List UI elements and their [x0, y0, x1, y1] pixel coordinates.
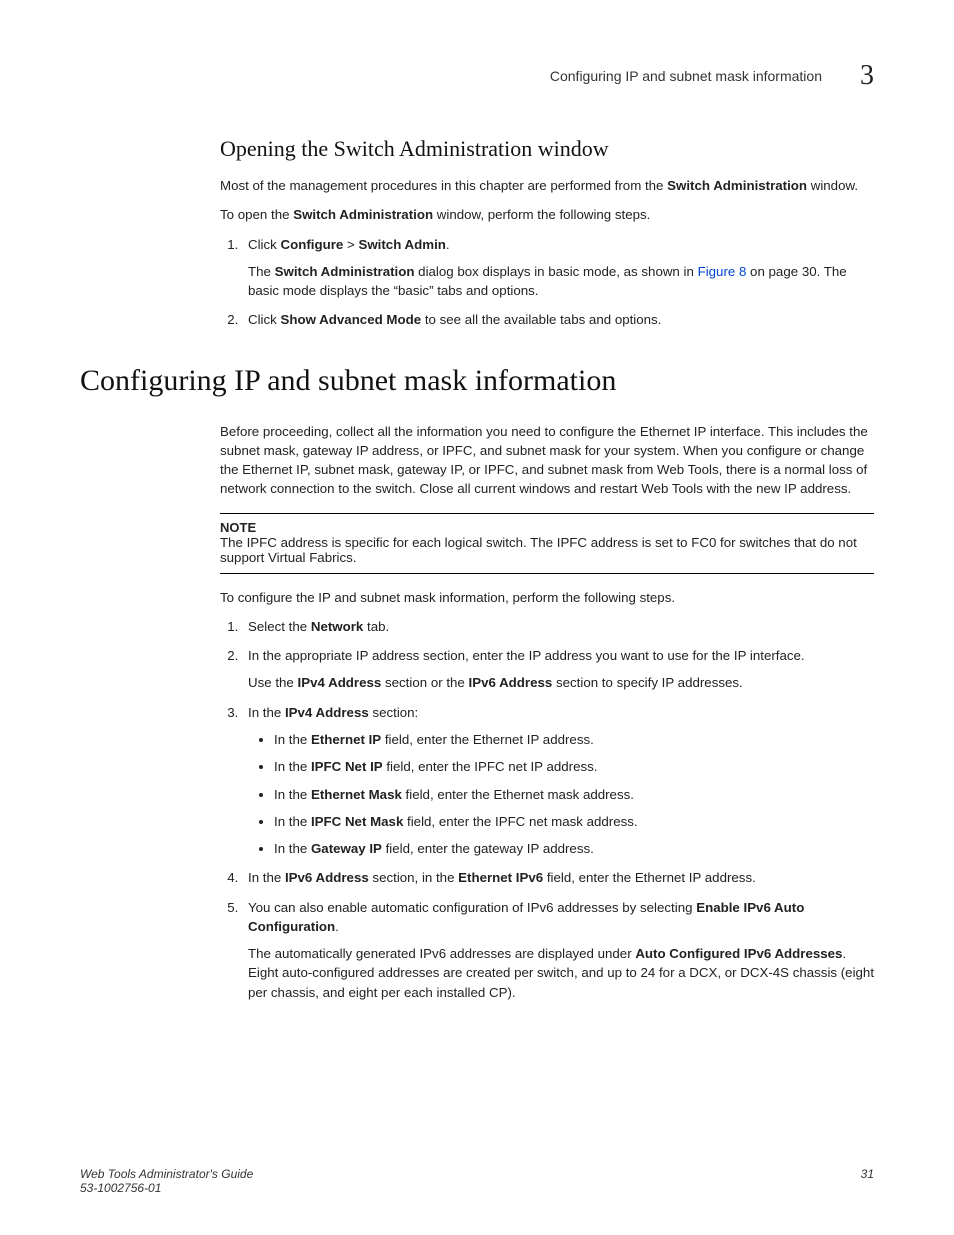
- chapter-heading: Configuring IP and subnet mask informati…: [80, 364, 874, 398]
- text: field, enter the Ethernet IP address.: [543, 870, 756, 885]
- footer-left: Web Tools Administrator's Guide 53-10027…: [80, 1167, 253, 1195]
- chapter-number: 3: [860, 60, 874, 92]
- text: In the: [274, 787, 311, 802]
- footer-doc-title: Web Tools Administrator's Guide: [80, 1167, 253, 1181]
- text: >: [343, 237, 358, 252]
- section-heading: Opening the Switch Administration window: [220, 136, 874, 162]
- text: field, enter the IPFC net IP address.: [383, 759, 598, 774]
- term-ethernet-mask: Ethernet Mask: [311, 787, 402, 802]
- term-auto-configured-ipv6: Auto Configured IPv6 Addresses: [635, 946, 842, 961]
- term-switch-administration: Switch Administration: [667, 178, 807, 193]
- term-switch-administration: Switch Administration: [293, 207, 433, 222]
- page: Configuring IP and subnet mask informati…: [0, 0, 954, 1235]
- text: dialog box displays in basic mode, as sh…: [414, 264, 697, 279]
- term-ipv6-address: IPv6 Address: [285, 870, 369, 885]
- text: In the: [274, 732, 311, 747]
- text: window, perform the following steps.: [433, 207, 650, 222]
- running-header-title: Configuring IP and subnet mask informati…: [550, 68, 822, 84]
- step-1: Click Configure > Switch Admin. The Swit…: [242, 235, 874, 301]
- text: In the: [274, 759, 311, 774]
- term-ipv4-address: IPv4 Address: [285, 705, 369, 720]
- text: Click: [248, 312, 281, 327]
- section-configuring-ip: Before proceeding, collect all the infor…: [220, 422, 874, 1002]
- term-switch-administration: Switch Administration: [275, 264, 415, 279]
- running-header: Configuring IP and subnet mask informati…: [80, 60, 874, 92]
- text: In the: [274, 841, 311, 856]
- text: section:: [369, 705, 419, 720]
- list-item: In the Ethernet IP field, enter the Ethe…: [274, 730, 874, 749]
- text: The: [248, 264, 275, 279]
- step-4: In the IPv6 Address section, in the Ethe…: [242, 868, 874, 887]
- paragraph: Most of the management procedures in thi…: [220, 176, 874, 195]
- menu-configure: Configure: [281, 237, 344, 252]
- paragraph: To open the Switch Administration window…: [220, 205, 874, 224]
- term-ipv4-address: IPv4 Address: [298, 675, 382, 690]
- term-ethernet-ipv6: Ethernet IPv6: [458, 870, 543, 885]
- list-item: In the Ethernet Mask field, enter the Et…: [274, 785, 874, 804]
- step-2: In the appropriate IP address section, e…: [242, 646, 874, 693]
- procedure-list: Click Configure > Switch Admin. The Swit…: [220, 235, 874, 330]
- text: field, enter the Ethernet IP address.: [381, 732, 594, 747]
- page-footer: Web Tools Administrator's Guide 53-10027…: [80, 1167, 874, 1195]
- term-ethernet-ip: Ethernet IP: [311, 732, 381, 747]
- footer-page-number: 31: [861, 1167, 874, 1195]
- text: In the: [248, 870, 285, 885]
- text: section, in the: [369, 870, 458, 885]
- term-gateway-ip: Gateway IP: [311, 841, 382, 856]
- step-1: Select the Network tab.: [242, 617, 874, 636]
- procedure-list: Select the Network tab. In the appropria…: [220, 617, 874, 1002]
- step-3: In the IPv4 Address section: In the Ethe…: [242, 703, 874, 859]
- list-item: In the IPFC Net Mask field, enter the IP…: [274, 812, 874, 831]
- text: .: [446, 237, 450, 252]
- text: Click: [248, 237, 281, 252]
- text: .: [335, 919, 339, 934]
- list-item: In the IPFC Net IP field, enter the IPFC…: [274, 757, 874, 776]
- note-block: NOTE The IPFC address is specific for ea…: [220, 513, 874, 574]
- menu-switch-admin: Switch Admin: [358, 237, 445, 252]
- text: to see all the available tabs and option…: [421, 312, 661, 327]
- term-ipfc-net-mask: IPFC Net Mask: [311, 814, 403, 829]
- text: In the: [274, 814, 311, 829]
- text: field, enter the Ethernet mask address.: [402, 787, 634, 802]
- text: tab.: [363, 619, 389, 634]
- text: Select the: [248, 619, 311, 634]
- text: The automatically generated IPv6 address…: [248, 946, 635, 961]
- step-note: Use the IPv4 Address section or the IPv6…: [248, 673, 874, 692]
- text: In the appropriate IP address section, e…: [248, 648, 805, 663]
- field-list: In the Ethernet IP field, enter the Ethe…: [248, 730, 874, 858]
- text: field, enter the IPFC net mask address.: [403, 814, 637, 829]
- text: window.: [807, 178, 858, 193]
- step-2: Click Show Advanced Mode to see all the …: [242, 310, 874, 329]
- term-show-advanced-mode: Show Advanced Mode: [281, 312, 422, 327]
- text: section to specify IP addresses.: [552, 675, 742, 690]
- paragraph: Before proceeding, collect all the infor…: [220, 422, 874, 499]
- text: Most of the management procedures in thi…: [220, 178, 667, 193]
- text: You can also enable automatic configurat…: [248, 900, 696, 915]
- step-5: You can also enable automatic configurat…: [242, 898, 874, 1002]
- step-result: The Switch Administration dialog box dis…: [248, 262, 874, 301]
- section-opening-switch-admin: Opening the Switch Administration window…: [220, 136, 874, 330]
- text: Use the: [248, 675, 298, 690]
- step-note: The automatically generated IPv6 address…: [248, 944, 874, 1002]
- note-body: The IPFC address is specific for each lo…: [220, 535, 874, 565]
- text: In the: [248, 705, 285, 720]
- footer-doc-number: 53-1002756-01: [80, 1181, 253, 1195]
- text: field, enter the gateway IP address.: [382, 841, 594, 856]
- text: section or the: [381, 675, 468, 690]
- list-item: In the Gateway IP field, enter the gatew…: [274, 839, 874, 858]
- term-ipfc-net-ip: IPFC Net IP: [311, 759, 383, 774]
- term-ipv6-address: IPv6 Address: [469, 675, 553, 690]
- figure-link[interactable]: Figure 8: [698, 264, 747, 279]
- note-label: NOTE: [220, 520, 874, 535]
- term-network-tab: Network: [311, 619, 363, 634]
- text: To open the: [220, 207, 293, 222]
- paragraph: To configure the IP and subnet mask info…: [220, 588, 874, 607]
